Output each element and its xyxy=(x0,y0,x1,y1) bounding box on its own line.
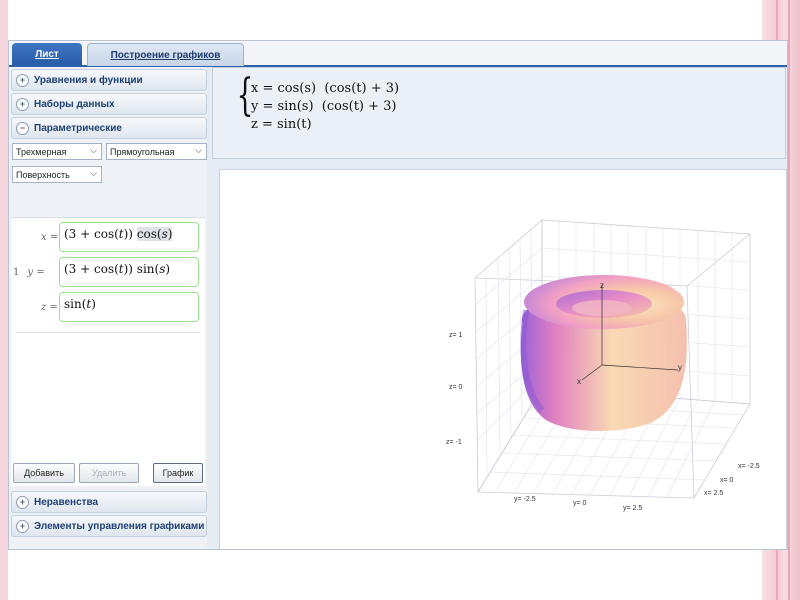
chevron-down-icon: ⌵ xyxy=(195,145,202,155)
expand-plus-icon[interactable]: + xyxy=(16,495,29,509)
z-axis-label: z xyxy=(600,281,604,290)
dimension-select-value: Трехмерная xyxy=(16,146,67,157)
torus-3d-plot[interactable]: z y x z= 1 z= 0 z= -1 y= -2.5 y= 0 y= 2.… xyxy=(220,170,786,550)
y-tick-label: y= 2.5 xyxy=(623,505,642,512)
section-label: Параметрические xyxy=(34,122,122,134)
equation-row-y: 1y = (3 + cos(t)) sin(s) xyxy=(11,257,205,291)
expand-plus-icon[interactable]: + xyxy=(16,519,29,533)
x-tick-label: x= 2.5 xyxy=(704,490,723,497)
y-tick-label: y= 0 xyxy=(573,500,587,507)
collapse-minus-icon[interactable]: − xyxy=(16,121,29,135)
section-data-sets[interactable]: + Наборы данных xyxy=(11,93,207,115)
slide-stripe xyxy=(788,0,790,600)
add-button[interactable]: Добавить xyxy=(13,463,75,483)
section-label: Неравенства xyxy=(34,496,99,508)
chevron-down-icon: ⌵ xyxy=(90,168,97,178)
section-label: Элементы управления графиками xyxy=(34,520,205,532)
formula-display: { x = cos(s) (cos(t) + 3) y = sin(s) (co… xyxy=(212,67,786,159)
equation-row-x: x = (3 + cos(t)) cos(s) xyxy=(11,222,205,256)
tab-sheet[interactable]: Лист xyxy=(12,43,82,65)
surface-type-select[interactable]: Поверхность ⌵ xyxy=(12,166,102,183)
torus-surface xyxy=(520,275,687,432)
section-label: Наборы данных xyxy=(34,98,115,110)
tab-bar: Лист Построение графиков xyxy=(9,41,787,67)
y-tick-label: y= -2.5 xyxy=(514,496,536,503)
surface-type-value: Поверхность xyxy=(16,169,70,180)
z-tick-label: z= -1 xyxy=(446,439,462,446)
formula-line-z: z = sin(t) xyxy=(251,117,312,132)
coordinate-system-select[interactable]: Прямоугольная ⌵ xyxy=(106,143,207,160)
dimension-select[interactable]: Трехмерная ⌵ xyxy=(12,143,102,160)
formula-line-y: y = sin(s) (cos(t) + 3) xyxy=(251,99,397,114)
z-tick-label: z= 1 xyxy=(449,332,463,339)
section-parametric[interactable]: − Параметрические xyxy=(11,117,207,139)
formula-line-x: x = cos(s) (cos(t) + 3) xyxy=(251,81,400,96)
y-equation-input[interactable]: (3 + cos(t)) sin(s) xyxy=(59,257,199,287)
y-axis-label: y xyxy=(678,363,682,372)
expand-plus-icon[interactable]: + xyxy=(16,97,29,111)
chevron-down-icon: ⌵ xyxy=(90,145,97,155)
tab-graphing[interactable]: Построение графиков xyxy=(87,43,244,66)
plot-area[interactable]: z y x z= 1 z= 0 z= -1 y= -2.5 y= 0 y= 2.… xyxy=(219,169,787,550)
equation-label: x = xyxy=(41,232,59,243)
section-equations-functions[interactable]: + Уравнения и функции xyxy=(11,69,207,91)
delete-button[interactable]: Удалить xyxy=(79,463,139,483)
z-tick-label: z= 0 xyxy=(449,384,463,391)
z-equation-input[interactable]: sin(t) xyxy=(59,292,199,322)
x-equation-input[interactable]: (3 + cos(t)) cos(s) xyxy=(59,222,199,252)
equation-row-z: z = sin(t) xyxy=(11,292,205,326)
expand-plus-icon[interactable]: + xyxy=(16,73,29,87)
x-axis-label: x xyxy=(577,377,581,386)
x-tick-label: x= -2.5 xyxy=(738,463,760,470)
equation-label: z = xyxy=(41,302,58,313)
sidebar: + Уравнения и функции + Наборы данных − … xyxy=(9,67,207,549)
parametric-equations-panel: x = (3 + cos(t)) cos(s) 1y = (3 + cos(t)… xyxy=(11,217,205,486)
divider xyxy=(15,332,201,333)
section-inequalities[interactable]: + Неравенства xyxy=(11,491,207,513)
coordinate-system-value: Прямоугольная xyxy=(110,146,175,157)
graph-button[interactable]: График xyxy=(153,463,203,483)
x-tick-label: x= 0 xyxy=(720,477,734,484)
section-label: Уравнения и функции xyxy=(34,74,143,86)
grapher-window: Лист Построение графиков + Уравнения и ф… xyxy=(8,40,788,550)
section-graph-controls[interactable]: + Элементы управления графиками xyxy=(11,515,207,537)
equation-label: 1y = xyxy=(13,267,45,278)
slide-left-border xyxy=(0,0,8,600)
